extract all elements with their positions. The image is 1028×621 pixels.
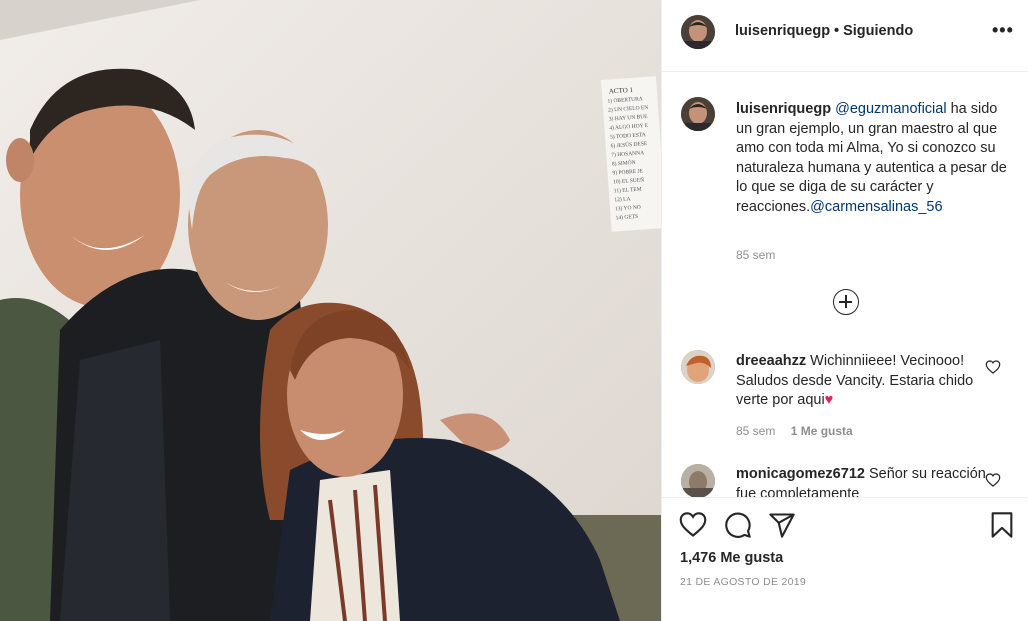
author-username[interactable]: luisenriquegp [735,23,830,39]
photo-image: ACTO 1 1) OBERTURA 2) UN CIELO EN 3) HAY… [0,0,661,621]
caption-text: luisenriquegp @eguzmanoficial ha sido un… [736,100,1008,217]
load-more-comments-icon[interactable] [833,289,859,315]
author-avatar[interactable] [681,15,715,49]
commenter-avatar[interactable] [681,464,715,497]
commenter-avatar[interactable] [681,350,715,384]
caption-timestamp[interactable]: 85 sem [736,248,775,262]
post-photo[interactable]: ACTO 1 1) OBERTURA 2) UN CIELO EN 3) HAY… [0,0,661,621]
comment-like-heart-icon[interactable] [985,473,1001,487]
wall-paper: ACTO 1 1) OBERTURA 2) UN CIELO EN 3) HAY… [601,76,661,232]
commenter-username[interactable]: monicagomez6712 [736,466,865,482]
comment-text: monicagomez6712 Señor su reacción fue co… [736,465,986,497]
svg-text:12) LA: 12) LA [614,195,631,203]
mention-link[interactable]: @carmensalinas_56 [810,199,942,215]
comment-like-heart-icon[interactable] [985,360,1001,374]
likes-count[interactable]: 1,476 Me gusta [680,550,783,566]
post-header: luisenriquegp • Siguiendo ••• [662,0,1028,72]
post-date[interactable]: 21 DE AGOSTO DE 2019 [680,576,806,588]
mention-link[interactable]: @eguzmanoficial [835,101,946,117]
comment-likes[interactable]: 1 Me gusta [791,424,853,438]
follow-status[interactable]: • Siguiendo [834,23,913,39]
comment-bubble-icon[interactable] [724,511,752,539]
comment-timestamp[interactable]: 85 sem [736,424,775,438]
save-bookmark-icon[interactable] [988,511,1016,539]
caption-body: ha sido un gran ejemplo, un gran maestro… [736,101,1007,215]
post-details-panel: luisenriquegp • Siguiendo ••• luisenriqu… [661,0,1028,621]
red-heart-emoji: ♥ [824,392,834,408]
comment-meta: 85 sem 1 Me gusta [736,424,853,438]
share-paper-plane-icon[interactable] [768,511,796,539]
like-heart-icon[interactable] [679,511,707,539]
post-actions: 1,476 Me gusta 21 DE AGOSTO DE 2019 [662,497,1028,621]
comments-section[interactable]: luisenriquegp @eguzmanoficial ha sido un… [662,73,1028,497]
commenter-username[interactable]: dreeaahzz [736,353,806,369]
comment-text: dreeaahzz Wichinniieee! Vecinooo! Saludo… [736,352,986,411]
more-options-icon[interactable]: ••• [992,20,1014,41]
caption-username[interactable]: luisenriquegp [736,101,831,117]
caption-avatar[interactable] [681,97,715,131]
